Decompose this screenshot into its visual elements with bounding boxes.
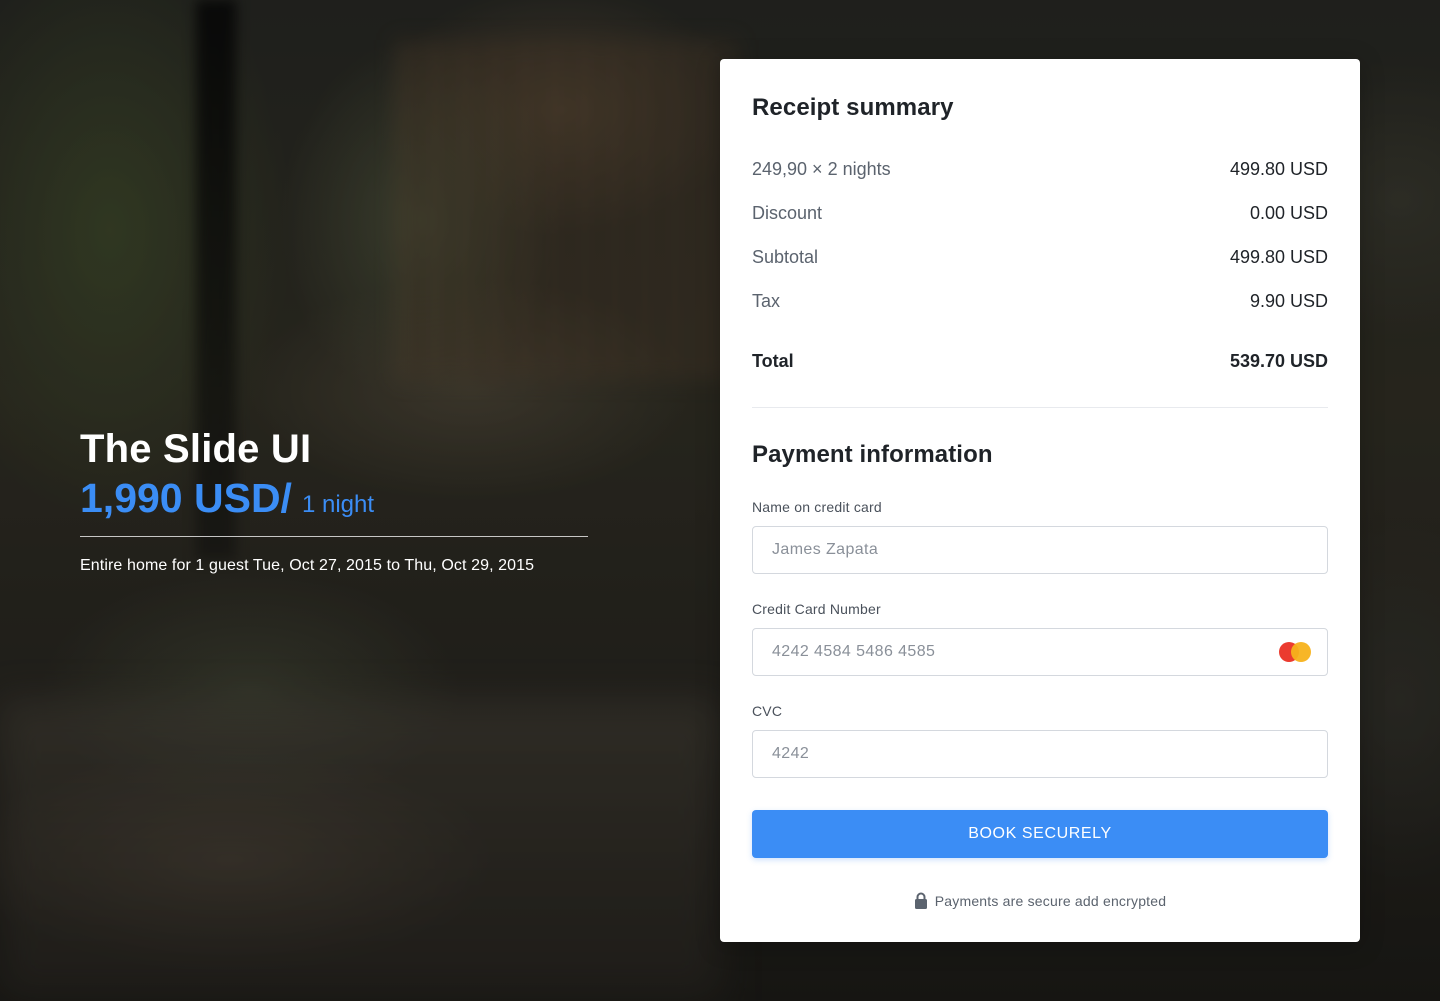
name-on-card-placeholder: James Zapata — [772, 541, 879, 558]
cvc-label: CVC — [752, 703, 783, 719]
receipt-row-tax: Tax 9.90 USD — [752, 279, 1328, 323]
receipt-row-value: 499.80 USD — [1229, 159, 1328, 179]
cvc-placeholder: 4242 — [772, 745, 810, 762]
listing-title: The Slide UI — [80, 427, 312, 471]
card-number-field-group: Credit Card Number 4242 4584 5486 4585 — [752, 600, 1328, 676]
book-securely-button[interactable]: BOOK SECURELY — [752, 810, 1328, 858]
total-value: 539.70 USD — [1229, 351, 1328, 371]
cvc-field-group: CVC 4242 — [752, 702, 1328, 778]
card-number-placeholder: 4242 4584 5486 4585 — [772, 643, 936, 660]
card-number-label: Credit Card Number — [752, 601, 881, 617]
receipt-row-value: 0.00 USD — [1249, 203, 1328, 223]
name-on-card-input[interactable]: James Zapata — [752, 526, 1328, 574]
listing-price: 1,990 USD/ — [80, 475, 292, 521]
section-divider — [752, 407, 1328, 408]
card-number-input[interactable]: 4242 4584 5486 4585 — [752, 628, 1328, 676]
receipt-row-total: Total 539.70 USD — [752, 339, 1328, 383]
price-row: 1,990 USD/ 1 night — [80, 474, 588, 526]
total-label: Total — [752, 351, 794, 371]
receipt-row-label: 249,90 × 2 nights — [752, 159, 891, 179]
mastercard-icon — [1279, 642, 1311, 662]
receipt-row-value: 499.80 USD — [1229, 247, 1328, 267]
receipt-row-nights: 249,90 × 2 nights 499.80 USD — [752, 147, 1328, 191]
checkout-card: Receipt summary 249,90 × 2 nights 499.80… — [720, 59, 1360, 942]
name-field-group: Name on credit card James Zapata — [752, 498, 1328, 574]
lock-icon — [914, 892, 927, 909]
name-field-label: Name on credit card — [752, 499, 882, 515]
receipt-summary-title: Receipt summary — [752, 94, 954, 121]
listing-hero: The Slide UI 1,990 USD/ 1 night Entire h… — [80, 424, 588, 577]
receipt-row-value: 9.90 USD — [1249, 291, 1328, 311]
cvc-input[interactable]: 4242 — [752, 730, 1328, 778]
payment-information-title: Payment information — [752, 441, 993, 468]
price-unit: 1 night — [301, 491, 375, 518]
hero-divider — [80, 536, 588, 537]
receipt-row-subtotal: Subtotal 499.80 USD — [752, 235, 1328, 279]
receipt-row-label: Discount — [752, 203, 823, 223]
listing-description: Entire home for 1 guest Tue, Oct 27, 201… — [80, 557, 535, 574]
receipt-row-label: Tax — [752, 291, 781, 311]
receipt-row-discount: Discount 0.00 USD — [752, 191, 1328, 235]
receipt-row-label: Subtotal — [752, 247, 819, 267]
secure-note-text: Payments are secure add encrypted — [934, 893, 1167, 909]
secure-payment-note: Payments are secure add encrypted — [752, 892, 1328, 910]
receipt-rows: 249,90 × 2 nights 499.80 USD Discount 0.… — [752, 147, 1328, 383]
